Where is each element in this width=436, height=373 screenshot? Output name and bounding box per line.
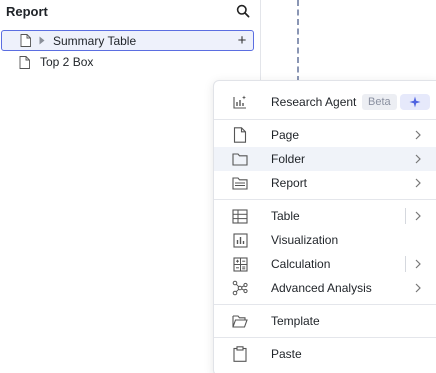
- menu-divider: [214, 199, 436, 200]
- menu-item-label: Research Agent: [271, 95, 357, 109]
- chevron-right-icon[interactable]: [414, 210, 422, 222]
- menu-item-label: Table: [271, 209, 300, 223]
- template-folder-icon: [232, 313, 248, 329]
- tree-item-top-2-box[interactable]: Top 2 Box: [18, 52, 218, 72]
- tree-item-label: Summary Table: [53, 33, 137, 48]
- add-content-menu: Research Agent Beta Page Folder Report T…: [213, 80, 436, 373]
- chevron-right-icon: [414, 129, 422, 141]
- add-icon[interactable]: +: [235, 32, 249, 49]
- search-icon[interactable]: [234, 2, 252, 20]
- menu-item-label: Report: [271, 176, 308, 190]
- menu-item-label: Visualization: [271, 233, 339, 247]
- clipboard-icon: [232, 346, 248, 362]
- menu-item-template[interactable]: Template: [214, 309, 436, 333]
- menu-item-calculation[interactable]: Calculation: [214, 252, 436, 276]
- menu-item-label: Template: [271, 314, 320, 328]
- chevron-right-icon: [414, 177, 422, 189]
- menu-item-advanced-analysis[interactable]: Advanced Analysis: [214, 276, 436, 300]
- menu-item-label: Folder: [271, 152, 306, 166]
- menu-item-label: Paste: [271, 347, 302, 361]
- expand-caret-icon[interactable]: [37, 35, 47, 47]
- report-folder-icon: [232, 175, 248, 191]
- menu-separator: [405, 256, 406, 272]
- menu-divider: [214, 304, 436, 305]
- bar-chart-icon: [232, 232, 248, 248]
- menu-item-paste[interactable]: Paste: [214, 342, 436, 366]
- menu-item-table[interactable]: Table: [214, 204, 436, 228]
- menu-item-visualization[interactable]: Visualization: [214, 228, 436, 252]
- tree-item-summary-table[interactable]: Summary Table +: [1, 30, 254, 51]
- menu-separator: [405, 208, 406, 224]
- menu-divider: [214, 119, 436, 120]
- page-icon: [18, 55, 30, 69]
- menu-item-report[interactable]: Report: [214, 171, 436, 195]
- menu-item-label: Page: [271, 128, 300, 142]
- sparkle-icon[interactable]: [400, 94, 430, 110]
- table-icon: [232, 208, 248, 224]
- chevron-right-icon: [414, 153, 422, 165]
- menu-item-label: Calculation: [271, 257, 331, 271]
- tree-item-label: Top 2 Box: [40, 55, 94, 69]
- chevron-right-icon: [414, 282, 422, 294]
- folder-icon: [232, 151, 248, 167]
- menu-divider: [214, 337, 436, 338]
- page-icon: [19, 34, 31, 48]
- panel-title: Report: [6, 3, 48, 19]
- research-agent-icon: [232, 94, 248, 110]
- menu-item-label: Advanced Analysis: [271, 281, 372, 295]
- panel-header: Report: [6, 0, 252, 22]
- menu-item-page[interactable]: Page: [214, 123, 436, 147]
- menu-item-folder[interactable]: Folder: [214, 147, 436, 171]
- beta-badge: Beta: [362, 94, 397, 110]
- chevron-right-icon[interactable]: [414, 258, 422, 270]
- calculator-icon: [232, 256, 248, 272]
- page-icon: [232, 127, 248, 143]
- drop-indicator-line: [297, 0, 299, 82]
- network-icon: [232, 280, 248, 296]
